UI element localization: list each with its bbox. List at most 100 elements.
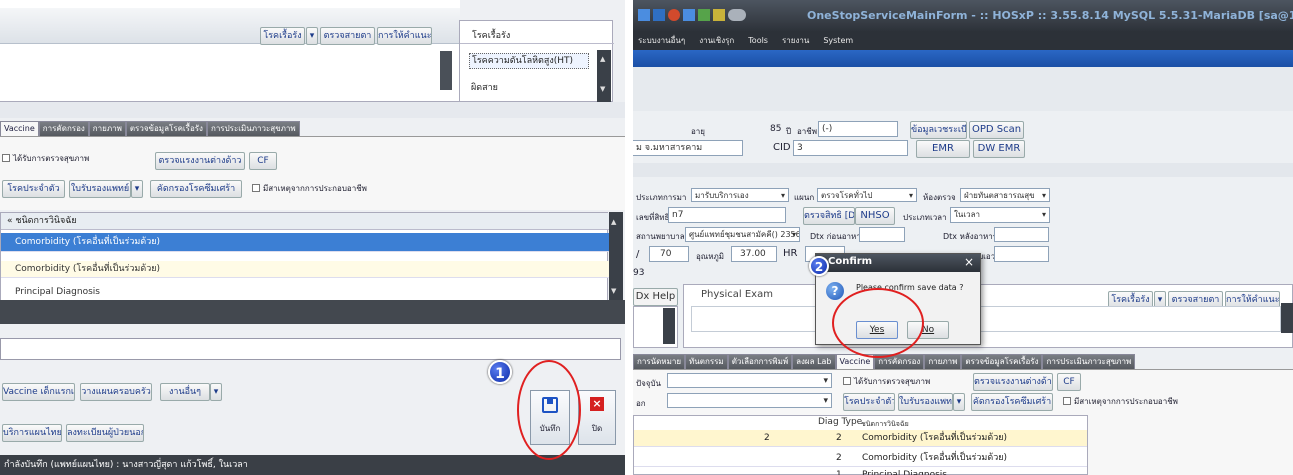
diag-grid-header-type: Diag Type <box>818 417 863 427</box>
tab-print-options[interactable]: ตัวเลือกการพิมพ์ <box>727 354 793 369</box>
blue-banner <box>633 50 1293 67</box>
diag-grid-header-name: ชนิดการวินิจฉัย <box>861 420 909 428</box>
tab-dx-help[interactable]: Dx Help <box>633 288 678 306</box>
room-label: ห้องตรวจ <box>923 193 956 202</box>
highlight-circle-yes <box>832 288 924 358</box>
service-type-select[interactable]: มารับบริการเอง ▾ <box>691 188 789 202</box>
menu-other-systems[interactable]: ระบบงานอื่นๆ <box>638 32 685 50</box>
physical-exam-scrollbar[interactable] <box>1281 303 1293 333</box>
right-check-dw-button[interactable]: ตรวจสิทธิ [DW] <box>803 207 855 225</box>
chronic-dropdown-button[interactable]: ▾ <box>306 27 318 45</box>
dialog-close-icon[interactable]: × <box>964 255 974 269</box>
tab-health-assessment[interactable]: การประเมินภาวะสุขภาพ <box>206 121 300 136</box>
dtx-after-field[interactable] <box>994 227 1049 242</box>
menu-system[interactable]: System <box>823 32 853 50</box>
tab-physical-therapy[interactable]: กายภาพ <box>88 121 126 136</box>
close-icon: × <box>590 397 604 411</box>
diagnosis-grid: « ชนิดการวินิจฉัย Comorbidity (โรคอื่นที… <box>0 212 609 302</box>
other-tasks-dropdown[interactable]: ▾ <box>210 383 222 401</box>
depression-screening-button[interactable]: คัดกรองโรคซึมเศร้า <box>150 180 242 198</box>
waist-field[interactable] <box>994 246 1049 262</box>
tab-health-assessment-right[interactable]: การประเมินภาวะสุขภาพ <box>1042 354 1136 369</box>
foreign-worker-button-right[interactable]: ตรวจแรงงานต่างด้าว <box>973 373 1053 391</box>
tab-physical-exam[interactable]: Physical Exam <box>701 289 773 300</box>
tab-physio-right[interactable]: กายภาพ <box>924 354 962 369</box>
medical-certificate-button[interactable]: ใบรับรองแพทย์ <box>69 180 131 198</box>
right-no-label: เลขที่สิทธิ <box>636 213 670 222</box>
family-planning-button[interactable]: วางแผนครอบครัว <box>80 383 152 401</box>
diag-row[interactable]: Principal Diagnosis <box>1 284 609 301</box>
chronic-item[interactable]: โรคความดันโลหิตสูง(HT) <box>469 53 589 69</box>
tab-screening[interactable]: การคัดกรอง <box>38 121 89 136</box>
medical-certificate-dropdown-right[interactable]: ▾ <box>953 393 965 411</box>
tab-dental[interactable]: ทันตกรรม <box>685 354 728 369</box>
current-label: ปัจจุบัน <box>636 379 661 388</box>
diag-header: « ชนิดการวินิจฉัย <box>1 213 609 230</box>
time-type-label: ประเภทเวลา <box>903 213 947 222</box>
foreign-worker-button[interactable]: ตรวจแรงงานต่างด้าว <box>155 152 245 170</box>
grid-row[interactable]: 2 Comorbidity (โรคอื่นที่เป็นร่วมด้วย) <box>634 450 1087 467</box>
tab-chronic-data[interactable]: ตรวจข้อมูลโรคเรื้อรัง <box>125 121 207 136</box>
current-select[interactable]: ▾ <box>667 373 832 388</box>
service-type-label: ประเภทการมา <box>636 193 687 202</box>
other-select[interactable]: ▾ <box>667 393 832 408</box>
dept-select[interactable]: ตรวจโรคทั่วไป ▾ <box>817 188 917 202</box>
bp-diastolic-field[interactable]: 70 <box>649 246 689 262</box>
opd-scan-button[interactable]: OPD Scan <box>969 121 1024 139</box>
temp-field[interactable]: 37.00 <box>731 246 777 262</box>
menu-reports[interactable]: รายงาน <box>782 32 809 50</box>
tab-appointment[interactable]: การนัดหมาย <box>633 354 686 369</box>
menu-tools[interactable]: Tools <box>748 32 768 50</box>
thai-medicine-button[interactable]: บริการแผนไทย <box>2 424 62 442</box>
toolbar-icons <box>638 9 746 21</box>
occupational-risk-checkbox[interactable]: มีสาเหตุจากการประกอบอาชีพ <box>252 182 367 195</box>
underlying-disease-button[interactable]: โรคประจำตัว <box>2 180 65 198</box>
eye-exam-button[interactable]: ตรวจสายตา <box>320 27 375 45</box>
left-tab-strip: Vaccine การคัดกรอง กายภาพ ตรวจข้อมูลโรคเ… <box>0 121 300 136</box>
room-select[interactable]: ฝ่ายทันตสาธารณสุข ▾ <box>960 188 1050 202</box>
title-bar: OneStopServiceMainForm - :: HOSxP :: 3.5… <box>633 0 1293 32</box>
tab-lab-result[interactable]: ลงผล Lab <box>792 354 836 369</box>
time-type-select[interactable]: ในเวลา ▾ <box>950 207 1050 223</box>
diag-row[interactable]: Comorbidity (โรคอื่นที่เป็นร่วมด้วย) <box>1 261 609 278</box>
dx-scrollbar[interactable] <box>663 308 675 344</box>
chronic-item[interactable]: ผิดสาย <box>471 80 498 94</box>
close-button[interactable]: × ปิด <box>578 390 616 445</box>
dw-emr-button[interactable]: DW EMR <box>973 140 1025 158</box>
underlying-disease-button-right[interactable]: โรคประจำตัว <box>843 393 895 411</box>
patient-record-button[interactable]: ข้อมูลเวชระเบียน <box>910 121 967 139</box>
tab-vaccine[interactable]: Vaccine <box>0 121 39 136</box>
medical-certificate-button-right[interactable]: ใบรับรองแพทย์ <box>898 393 953 411</box>
checkup-checkbox-right[interactable]: ได้รับการตรวจสุขภาพ <box>843 375 930 388</box>
hospital-select[interactable]: ศูนย์แพทย์ชุมชนสามัคคี() 23564 ▾ <box>685 227 800 242</box>
other-tasks-button[interactable]: งานอื่นๆ <box>160 383 210 401</box>
physical-exam-text[interactable] <box>691 306 1281 332</box>
checkup-checkbox[interactable]: ได้รับการตรวจสุขภาพ <box>2 152 89 165</box>
emr-button[interactable]: EMR <box>916 140 970 158</box>
tab-chronic-data-right[interactable]: ตรวจข้อมูลโรคเรื้อรัง <box>961 354 1043 369</box>
bp-separator: / <box>636 249 640 260</box>
cid-field[interactable]: 3 <box>793 140 908 156</box>
medical-certificate-dropdown[interactable]: ▾ <box>131 180 143 198</box>
depression-screening-button-right[interactable]: คัดกรองโรคซึมเศร้า <box>971 393 1053 411</box>
step-badge-2: 2 <box>809 256 829 276</box>
grid-row[interactable]: 2 2 Comorbidity (โรคอื่นที่เป็นร่วมด้วย) <box>634 430 1087 447</box>
dtx-after-label: Dtx หลังอาหาร <box>943 232 998 241</box>
menu-proactive[interactable]: งานเชิงรุก <box>699 32 734 50</box>
right-no-field[interactable]: n7 <box>668 207 786 223</box>
cf-button[interactable]: CF <box>249 152 277 170</box>
dtx-before-field[interactable] <box>859 227 905 242</box>
newborn-vaccine-button[interactable]: Vaccine เด็กแรกเกิด <box>2 383 75 401</box>
grid-row[interactable]: 1 Principal Diagnosis <box>634 467 1087 475</box>
cf-button-right[interactable]: CF <box>1057 373 1081 391</box>
diag-row[interactable]: Comorbidity (โรคอื่นที่เป็นร่วมด้วย) <box>1 233 609 252</box>
advice-button[interactable]: การให้คำแนะนำ <box>377 27 432 45</box>
occupation-field[interactable]: (-) <box>818 121 898 137</box>
chronic-list[interactable]: โรคเรื้อรัง โรคความดันโลหิตสูง(HT) ผิดสา… <box>459 20 614 102</box>
nhso-button[interactable]: NHSO <box>855 207 895 225</box>
note-field[interactable] <box>0 338 621 360</box>
chronic-disease-button[interactable]: โรคเรื้อรัง <box>260 27 305 45</box>
outpatient-register-button[interactable]: ลงทะเบียนผู้ป่วยนอก <box>66 424 144 442</box>
occupational-risk-checkbox-right[interactable]: มีสาเหตุจากการประกอบอาชีพ <box>1063 395 1178 408</box>
temp-label: อุณหภูมิ <box>696 252 725 261</box>
